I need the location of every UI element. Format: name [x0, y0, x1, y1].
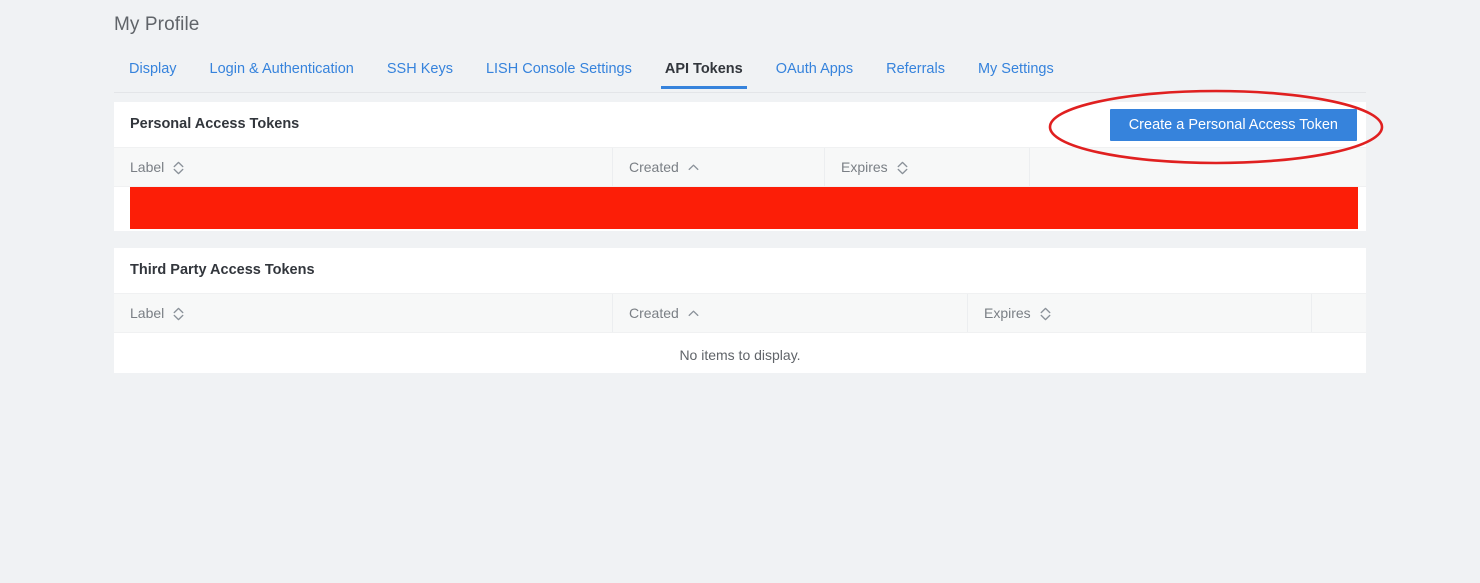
sort-both-icon	[173, 307, 184, 321]
third-party-access-tokens-panel: Third Party Access Tokens Label Created	[114, 248, 1366, 373]
personal-access-tokens-title: Personal Access Tokens	[130, 116, 300, 132]
tab-ssh-keys-label: SSH Keys	[386, 61, 453, 77]
tab-referrals[interactable]: Referrals	[886, 58, 945, 88]
tab-login-authentication[interactable]: Login & Authentication	[210, 58, 354, 88]
column-header-created-text: Created	[629, 305, 679, 321]
tab-referrals-label: Referrals	[886, 61, 945, 77]
tab-display[interactable]: Display	[129, 58, 177, 88]
column-header-created-text: Created	[629, 159, 679, 175]
sort-both-icon	[897, 161, 908, 175]
profile-page: My Profile Display Login & Authenticatio…	[0, 0, 1480, 583]
tab-api-tokens[interactable]: API Tokens	[660, 58, 747, 89]
column-header-expires[interactable]: Expires	[824, 148, 1029, 186]
tab-oauth-apps[interactable]: OAuth Apps	[776, 58, 853, 88]
sort-both-icon	[173, 161, 184, 175]
column-header-label[interactable]: Label	[114, 148, 612, 186]
personal-tokens-table-header: Label Created Expires	[114, 147, 1366, 187]
column-header-expires-text: Expires	[841, 159, 888, 175]
page-title: My Profile	[114, 14, 200, 35]
column-header-label-text: Label	[130, 159, 165, 175]
tab-lish-console-settings[interactable]: LISH Console Settings	[486, 58, 632, 88]
column-header-expires[interactable]: Expires	[967, 294, 1311, 332]
sort-both-icon	[1040, 307, 1051, 321]
create-personal-access-token-button[interactable]: Create a Personal Access Token	[1109, 109, 1357, 141]
column-header-label-text: Label	[130, 305, 165, 321]
sort-ascending-icon	[688, 307, 699, 321]
third-party-tokens-table-header: Label Created Expires	[114, 293, 1366, 333]
tab-display-label: Display	[129, 61, 177, 77]
column-header-created[interactable]: Created	[612, 294, 967, 332]
redacted-content-overlay	[130, 187, 1358, 229]
tab-api-tokens-label: API Tokens	[664, 61, 743, 77]
third-party-access-tokens-header: Third Party Access Tokens	[114, 248, 1366, 293]
tab-ssh-keys[interactable]: SSH Keys	[387, 58, 453, 88]
column-header-actions	[1029, 148, 1366, 186]
sort-ascending-icon	[688, 161, 699, 175]
personal-access-tokens-header: Personal Access Tokens Create a Personal…	[114, 102, 1366, 147]
tab-login-authentication-label: Login & Authentication	[209, 61, 354, 77]
column-header-actions	[1311, 294, 1366, 332]
empty-state-message: No items to display.	[114, 333, 1366, 373]
tab-my-settings-label: My Settings	[977, 61, 1054, 77]
tab-my-settings[interactable]: My Settings	[978, 58, 1054, 88]
column-header-created[interactable]: Created	[612, 148, 824, 186]
column-header-expires-text: Expires	[984, 305, 1031, 321]
third-party-access-tokens-title: Third Party Access Tokens	[130, 262, 315, 278]
table-row[interactable]	[114, 187, 1366, 231]
tab-oauth-apps-label: OAuth Apps	[775, 61, 854, 77]
tab-lish-console-settings-label: LISH Console Settings	[485, 61, 632, 77]
column-header-label[interactable]: Label	[114, 294, 612, 332]
profile-tabs: Display Login & Authentication SSH Keys …	[114, 58, 1366, 93]
personal-access-tokens-panel: Personal Access Tokens Create a Personal…	[114, 102, 1366, 231]
